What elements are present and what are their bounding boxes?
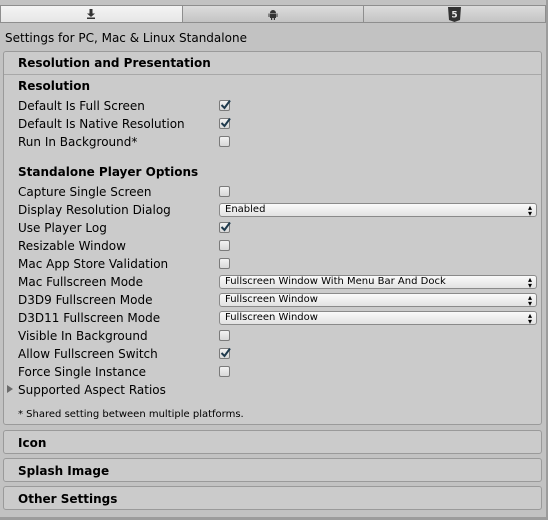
use-player-log-label: Use Player Log — [18, 221, 107, 235]
run-in-background-label: Run In Background* — [18, 135, 138, 149]
visible-in-background-checkbox[interactable] — [219, 330, 230, 341]
section-title: Icon — [18, 436, 47, 450]
supported-aspect-ratios-foldout[interactable]: Supported Aspect Ratios — [18, 383, 166, 397]
use-player-log-checkbox[interactable] — [219, 221, 231, 233]
section-title: Other Settings — [18, 492, 118, 506]
platform-tabs: 5 — [0, 5, 546, 23]
d3d9-fullscreen-mode-dropdown[interactable]: Fullscreen Window ▴ ▾ — [219, 293, 537, 308]
dropdown-arrows-icon: ▴ ▾ — [527, 311, 532, 326]
splash-image-section[interactable]: Splash Image — [3, 458, 542, 482]
icon-section[interactable]: Icon — [3, 430, 542, 454]
foldout-arrow-icon[interactable] — [7, 385, 13, 393]
shared-setting-note: * Shared setting between multiple platfo… — [18, 409, 244, 420]
android-icon — [268, 9, 278, 20]
mac-fullscreen-mode-label: Mac Fullscreen Mode — [18, 275, 144, 289]
resolution-presentation-panel: Resolution and Presentation Resolution D… — [3, 51, 542, 425]
checkmark-icon — [220, 99, 231, 110]
svg-text:5: 5 — [452, 10, 458, 20]
download-icon — [86, 9, 96, 19]
mac-fullscreen-mode-dropdown[interactable]: Fullscreen Window With Menu Bar And Dock… — [219, 275, 537, 290]
run-in-background-checkbox[interactable] — [219, 136, 230, 147]
resizable-window-checkbox[interactable] — [219, 240, 230, 251]
capture-single-screen-label: Capture Single Screen — [18, 185, 152, 199]
dropdown-arrows-icon: ▴ ▾ — [527, 275, 532, 290]
default-full-screen-label: Default Is Full Screen — [18, 99, 145, 113]
default-native-resolution-checkbox[interactable] — [219, 117, 231, 129]
tab-webgl[interactable]: 5 — [363, 6, 545, 22]
dropdown-value: Fullscreen Window — [225, 294, 318, 305]
other-settings-section[interactable]: Other Settings — [3, 486, 542, 510]
resolution-heading: Resolution — [18, 79, 91, 93]
dropdown-value: Enabled — [225, 204, 266, 215]
display-resolution-dialog-dropdown[interactable]: Enabled ▴ ▾ — [219, 203, 537, 218]
tab-standalone[interactable] — [0, 6, 182, 22]
panel-title[interactable]: Resolution and Presentation — [18, 56, 211, 70]
divider — [4, 74, 541, 75]
checkmark-icon — [220, 221, 231, 232]
dropdown-arrows-icon: ▴ ▾ — [527, 203, 532, 218]
tab-android[interactable] — [181, 6, 364, 22]
section-title: Splash Image — [18, 464, 110, 478]
force-single-instance-label: Force Single Instance — [18, 365, 147, 379]
force-single-instance-checkbox[interactable] — [219, 366, 230, 377]
capture-single-screen-checkbox[interactable] — [219, 186, 230, 197]
mac-app-store-validation-checkbox[interactable] — [219, 258, 230, 269]
standalone-options-heading: Standalone Player Options — [18, 165, 199, 179]
allow-fullscreen-switch-checkbox[interactable] — [219, 347, 231, 359]
dropdown-arrows-icon: ▴ ▾ — [527, 293, 532, 308]
mac-app-store-validation-label: Mac App Store Validation — [18, 257, 169, 271]
page-title: Settings for PC, Mac & Linux Standalone — [5, 31, 247, 45]
default-native-resolution-label: Default Is Native Resolution — [18, 117, 185, 131]
d3d9-fullscreen-mode-label: D3D9 Fullscreen Mode — [18, 293, 153, 307]
d3d11-fullscreen-mode-dropdown[interactable]: Fullscreen Window ▴ ▾ — [219, 311, 537, 326]
d3d11-fullscreen-mode-label: D3D11 Fullscreen Mode — [18, 311, 161, 325]
allow-fullscreen-switch-label: Allow Fullscreen Switch — [18, 347, 158, 361]
html5-icon: 5 — [448, 6, 462, 22]
resizable-window-label: Resizable Window — [18, 239, 126, 253]
checkmark-icon — [220, 117, 231, 128]
display-resolution-dialog-label: Display Resolution Dialog — [18, 203, 171, 217]
checkmark-icon — [220, 347, 231, 358]
default-full-screen-checkbox[interactable] — [219, 99, 231, 111]
dropdown-value: Fullscreen Window — [225, 312, 318, 323]
visible-in-background-label: Visible In Background — [18, 329, 148, 343]
dropdown-value: Fullscreen Window With Menu Bar And Dock — [225, 276, 446, 287]
